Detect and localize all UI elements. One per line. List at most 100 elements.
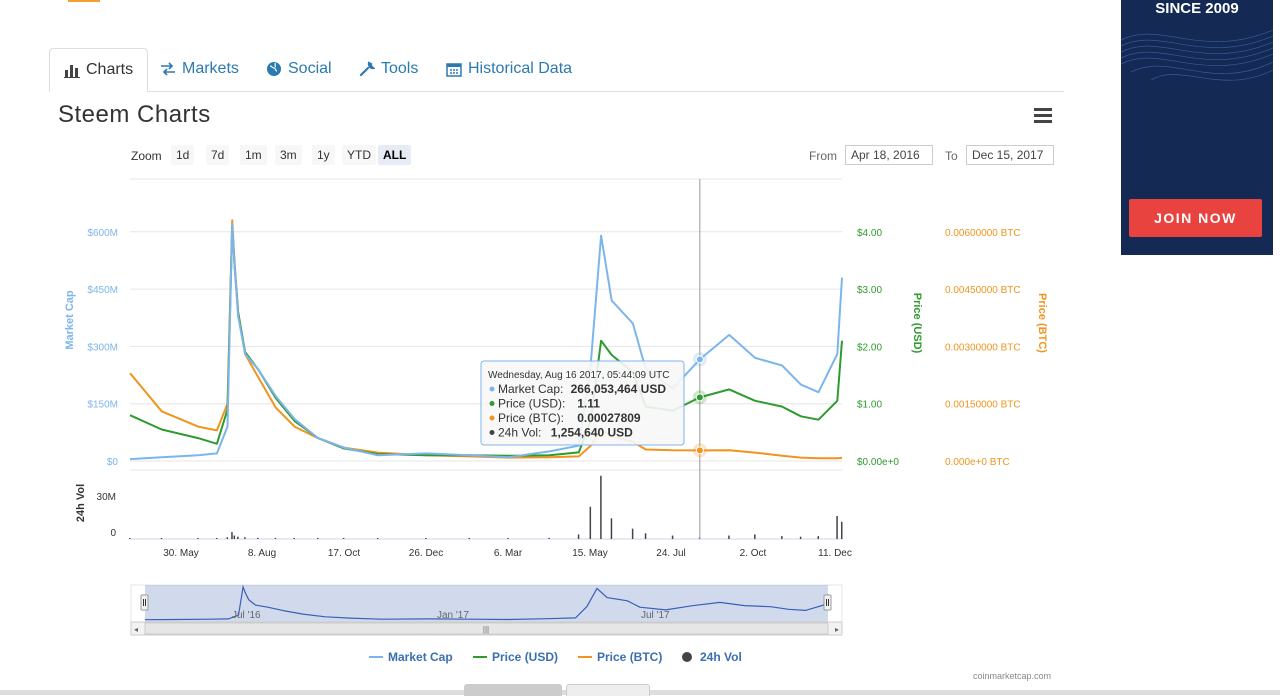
series-line-price-usd- [129, 225, 843, 457]
zoom-1d-button[interactable]: 1d [171, 145, 195, 165]
to-date-input[interactable] [966, 145, 1054, 165]
zoom-1m-button[interactable]: 1m [240, 145, 267, 165]
tab-tools-label: Tools [381, 60, 419, 77]
volume-bar [468, 538, 471, 539]
tooltip-bullet [489, 401, 495, 406]
price-btc-tick: 0.00300000 BTC [945, 342, 1021, 353]
navigator-scrollbar-thumb [144, 622, 829, 635]
price-usd-tick: $0.00e+0 [857, 457, 899, 468]
volume-tick: 30M [97, 492, 116, 503]
tab-historical-data[interactable]: Historical Data [446, 48, 572, 90]
tooltip-label: Market Cap: [498, 382, 563, 396]
series-line-price-btc- [129, 219, 843, 460]
zoom-ytd-button[interactable]: YTD [342, 145, 376, 165]
volume-bar [631, 528, 634, 539]
zoom-3m-button[interactable]: 3m [275, 145, 302, 165]
tooltip-box [480, 360, 685, 446]
volume-series [129, 475, 843, 539]
price-usd-tick: $1.00 [857, 400, 882, 411]
navigator-scrollbar [130, 621, 843, 636]
chart-menu-button[interactable] [1034, 108, 1052, 124]
price-usd-tick: $3.00 [857, 285, 882, 296]
from-date-input[interactable] [845, 145, 933, 165]
volume-bar [644, 533, 647, 539]
price-usd-tick: $4.00 [857, 228, 882, 239]
legend-item: Price (BTC) [597, 650, 662, 664]
volume-bar [610, 518, 613, 539]
volume-bar [129, 538, 131, 539]
volume-bar [817, 536, 820, 539]
volume-bar [841, 521, 843, 539]
legend: Market Cap Price (USD) Price (BTC) 24h Vol [369, 650, 742, 664]
join-now-button[interactable]: JOIN NOW [1129, 199, 1262, 237]
volume-bar [376, 538, 379, 539]
volume-bar [237, 536, 239, 539]
navigator-line [144, 584, 829, 621]
bar-chart-icon [64, 65, 80, 78]
volume-bar [600, 475, 602, 539]
tooltip-date: Wednesday, Aug 16 2017, 05:44:09 UTC [488, 370, 669, 381]
tooltip-value: 0.00027809 [577, 411, 641, 425]
series-line-market-cap [129, 223, 843, 461]
chart-credit[interactable]: coinmarketcap.com [973, 671, 1051, 681]
advertisement[interactable]: SINCE 2009 JOIN NOW [1121, 0, 1273, 255]
hamburger-icon [1034, 108, 1052, 111]
bottom-tab-1[interactable] [464, 684, 562, 696]
navigator-handle-right [823, 594, 832, 611]
price-btc-tick: 0.00600000 BTC [945, 228, 1021, 239]
tooltip-bullet [489, 415, 495, 421]
tab-markets[interactable]: Markets [160, 48, 239, 90]
hover-marker [695, 393, 704, 402]
scroll-left-icon: ◂ [134, 625, 138, 634]
volume-bar [548, 537, 550, 539]
volume-bar [754, 534, 756, 539]
price-btc-tick: 0.00150000 BTC [945, 400, 1021, 411]
market-cap-tick: $0 [107, 457, 119, 468]
volume-bar [728, 535, 730, 539]
hover-halo [692, 443, 707, 458]
price-series [129, 219, 843, 461]
volume-tick: 0 [110, 528, 116, 539]
tab-social-label: Social [288, 60, 332, 77]
tooltip-value: 1,254,640 USD [551, 426, 633, 440]
tooltip-bullet [489, 386, 495, 392]
volume-bar [425, 538, 427, 539]
tooltip-label: Price (BTC): [498, 411, 564, 425]
tooltip-value: 1.11 [577, 397, 600, 411]
tooltip: Wednesday, Aug 16 2017, 05:44:09 UTCMark… [480, 360, 685, 446]
hover-marker [695, 446, 704, 455]
tab-social[interactable]: Social [266, 48, 332, 90]
price-usd-axis-title: Price (USD) [911, 293, 923, 354]
volume-bar [226, 537, 229, 539]
x-tick-label: 2. Oct [740, 548, 767, 559]
tab-tools[interactable]: Tools [359, 48, 418, 90]
navigator-tick: Jul '17 [641, 610, 670, 621]
volume-bar [160, 538, 163, 539]
legend-item: Price (USD) [492, 650, 558, 664]
x-tick-label: 15. May [572, 548, 608, 559]
price-btc-tick: 0.000e+0 BTC [945, 457, 1010, 468]
navigator-frame [130, 584, 843, 623]
bottom-tab-2[interactable] [566, 684, 650, 696]
volume-bar [799, 536, 802, 539]
tab-bar: Charts Markets Social Tools Historical D… [49, 48, 1064, 92]
header-accent [68, 0, 100, 2]
volume-bar [577, 534, 580, 539]
volume-bar [836, 516, 838, 539]
tab-charts[interactable]: Charts [49, 48, 149, 92]
volume-bar [671, 535, 674, 539]
zoom-7d-button[interactable]: 7d [206, 145, 230, 165]
volume-bar [244, 537, 246, 539]
zoom-all-button[interactable]: ALL [378, 145, 412, 165]
x-tick-label: 17. Oct [328, 548, 360, 559]
legend-item: 24h Vol [700, 650, 742, 664]
tooltip-bullet [489, 430, 495, 435]
market-cap-tick: $600M [87, 228, 118, 239]
wrench-icon [359, 61, 375, 77]
volume-bar [698, 537, 701, 539]
scroll-right-icon: ▸ [835, 625, 839, 634]
volume-bar [197, 538, 199, 539]
price-btc-tick: 0.00450000 BTC [945, 285, 1021, 296]
navigator: Jul '16 Jan '17 Jul '17 ||| ◂ ▸ [130, 584, 843, 636]
zoom-1y-button[interactable]: 1y [312, 145, 335, 165]
